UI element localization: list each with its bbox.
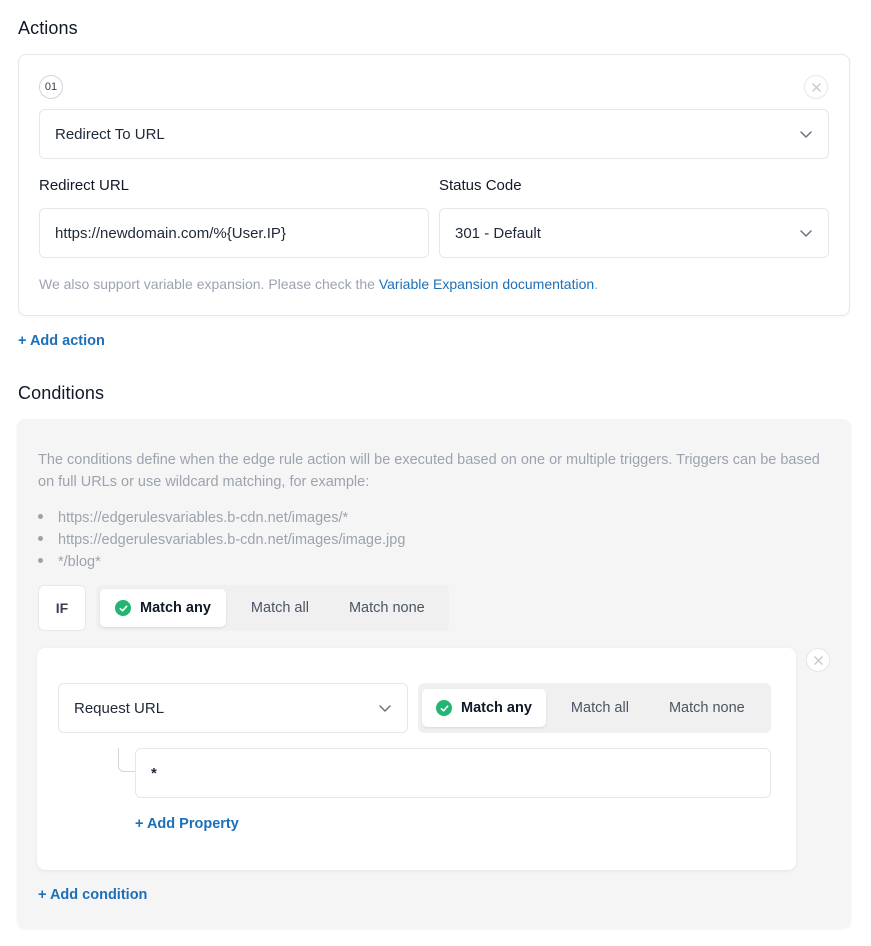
status-code-label: Status Code bbox=[439, 177, 522, 194]
tree-connector bbox=[118, 748, 136, 772]
conditions-heading: Conditions bbox=[18, 383, 105, 403]
chevron-down-icon bbox=[800, 131, 812, 138]
match-all-option[interactable]: Match all bbox=[226, 589, 329, 627]
check-icon bbox=[115, 600, 131, 616]
variable-expansion-link[interactable]: Variable Expansion documentation bbox=[379, 276, 594, 292]
example-text: https://edgerulesvariables.b-cdn.net/ima… bbox=[58, 532, 406, 548]
redirect-url-label: Redirect URL bbox=[39, 177, 130, 194]
close-icon bbox=[813, 655, 823, 665]
match-any-option[interactable]: Match any bbox=[100, 589, 226, 627]
example-text: */blog* bbox=[58, 554, 101, 570]
example-item: */blog* bbox=[38, 554, 101, 570]
add-property-link[interactable]: + Add Property bbox=[135, 816, 239, 832]
condition-match-any-option[interactable]: Match any bbox=[422, 689, 546, 727]
action-type-select[interactable]: Redirect To URL bbox=[39, 109, 829, 159]
action-number-badge: 01 bbox=[39, 75, 63, 99]
status-code-select[interactable]: 301 - Default bbox=[439, 208, 829, 258]
action-card: 01 Redirect To URL Redirect URL Status C… bbox=[18, 54, 850, 316]
action-type-value: Redirect To URL bbox=[55, 125, 165, 143]
remove-action-button[interactable] bbox=[804, 75, 828, 99]
condition-property-value: Request URL bbox=[74, 699, 165, 717]
close-icon bbox=[811, 82, 821, 92]
redirect-url-input[interactable]: https://newdomain.com/%{User.IP} bbox=[39, 208, 429, 258]
conditions-description: The conditions define when the edge rule… bbox=[38, 452, 820, 490]
redirect-url-value: https://newdomain.com/%{User.IP} bbox=[55, 224, 286, 242]
check-icon bbox=[436, 700, 452, 716]
condition-match-any-label: Match any bbox=[461, 700, 532, 716]
chevron-down-icon bbox=[379, 705, 391, 712]
global-match-segmented-control: Match any Match all Match none bbox=[96, 585, 449, 631]
actions-heading: Actions bbox=[18, 18, 78, 38]
condition-property-select[interactable]: Request URL bbox=[58, 683, 408, 733]
example-item: https://edgerulesvariables.b-cdn.net/ima… bbox=[38, 532, 405, 548]
variable-expansion-hint: We also support variable expansion. Plea… bbox=[39, 276, 598, 292]
if-label: IF bbox=[38, 585, 86, 631]
condition-value-input[interactable]: * bbox=[135, 748, 771, 798]
match-none-option[interactable]: Match none bbox=[329, 589, 445, 627]
hint-suffix: . bbox=[594, 276, 599, 292]
match-any-label: Match any bbox=[140, 600, 211, 616]
example-item: https://edgerulesvariables.b-cdn.net/ima… bbox=[38, 510, 348, 526]
chevron-down-icon bbox=[800, 230, 812, 237]
hint-text: We also support variable expansion. Plea… bbox=[39, 276, 379, 292]
remove-condition-button[interactable] bbox=[806, 648, 830, 672]
condition-match-segmented-control: Match any Match all Match none bbox=[418, 683, 771, 733]
example-text: https://edgerulesvariables.b-cdn.net/ima… bbox=[58, 510, 349, 526]
add-action-link[interactable]: + Add action bbox=[18, 333, 105, 349]
status-code-value: 301 - Default bbox=[455, 224, 541, 242]
condition-value: * bbox=[151, 764, 157, 782]
condition-match-all-option[interactable]: Match all bbox=[546, 689, 649, 727]
condition-match-none-option[interactable]: Match none bbox=[649, 689, 763, 727]
add-condition-link[interactable]: + Add condition bbox=[38, 887, 147, 903]
